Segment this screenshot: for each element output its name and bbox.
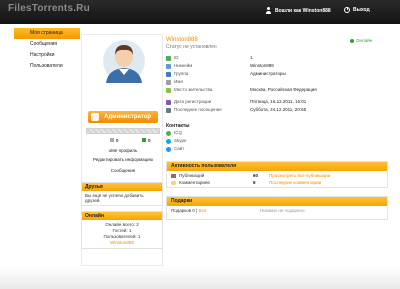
profile-status: Статус не установлен: [166, 44, 217, 50]
messages-link[interactable]: Сообщения: [82, 168, 164, 173]
logout-icon: [344, 6, 350, 13]
online-user-link[interactable]: Winston888: [85, 240, 159, 246]
rating-bar: [86, 128, 160, 134]
top-header: FilesTorrents.Ru Вошли как Winston888 Вы…: [0, 0, 400, 24]
recent-comments-link[interactable]: Последние комментарии: [269, 180, 321, 185]
group-icon: [166, 71, 171, 77]
info-label: Место жительства: [174, 87, 213, 92]
gifts-count-row: Подарков 0 | Все: [171, 208, 206, 213]
info-value: Администраторы: [250, 71, 286, 76]
info-label: Группа: [174, 71, 189, 76]
activity-panel: Активность пользователя Публикаций 60 Пр…: [166, 161, 388, 188]
gifts-empty-text: Никаких не подарено.: [260, 208, 306, 213]
id-icon: [166, 55, 171, 61]
logged-in-user-label: Вошли как Winston888: [275, 7, 331, 14]
activity-title: Активность пользователя: [167, 162, 387, 171]
name-icon: [166, 79, 171, 85]
logout-button[interactable]: Выход: [344, 6, 370, 13]
activity-count: 8: [253, 180, 256, 185]
friends-title: Друзья: [82, 183, 162, 191]
clock-icon: [166, 107, 171, 113]
info-label: Дата регистрации: [174, 99, 212, 104]
count-left: 0: [116, 138, 119, 143]
minus-vote-icon[interactable]: [110, 138, 114, 142]
info-value: Winston888: [250, 63, 274, 68]
profile-name: Winston888: [166, 37, 198, 43]
avatar[interactable]: [102, 39, 146, 83]
info-label: Последнее посещение: [174, 107, 222, 112]
plus-vote-icon[interactable]: [142, 138, 146, 142]
activity-label: Комментариев: [179, 180, 210, 185]
gifts-title: Подарки: [167, 197, 387, 206]
logout-label: Выход: [353, 7, 370, 13]
icq-icon: [166, 130, 171, 136]
info-label: ID: [174, 55, 179, 60]
friends-text: Вы ещё не успели добавить друзей.: [85, 193, 144, 203]
online-status-badge: Онлайн: [350, 38, 372, 43]
profile-counts: 0 0: [86, 137, 160, 144]
info-value: 1: [250, 55, 253, 60]
gifts-panel: Подарки Подарков 0 | Все Никаких не пода…: [166, 196, 388, 220]
activity-label: Публикаций: [179, 173, 205, 178]
location-icon: [166, 87, 171, 93]
site-icon: [166, 146, 171, 152]
sidebar-item-messages[interactable]: Сообщения: [14, 39, 80, 50]
contacts-title: Контакты: [166, 123, 190, 129]
info-value: Пятница, 16.12.2011, 15:01: [250, 99, 307, 104]
user-icon: [265, 7, 272, 14]
contact-label: Skype: [174, 138, 187, 143]
contact-label: ICQ: [174, 130, 183, 135]
online-title: Онлайн: [82, 212, 162, 220]
sidebar-item-my-page[interactable]: Моя страница: [14, 28, 80, 39]
online-status-label: Онлайн: [356, 38, 373, 43]
gifts-count: Подарков 0 |: [171, 208, 198, 213]
info-value: Суббота, 24.12.2011, 20:55: [250, 107, 307, 112]
logged-in-user[interactable]: Вошли как Winston888: [265, 7, 331, 14]
comments-icon: [171, 181, 176, 185]
online-box: Онлайн Онлайн всего: 2 Гостей: 1 Пользов…: [81, 211, 163, 249]
activity-row-publications: Публикаций 60 Просмотреть все публикации: [167, 173, 387, 180]
gifts-all-link[interactable]: Все: [199, 208, 207, 213]
calendar-icon: [166, 99, 171, 105]
friends-box: Друзья Вы ещё не успели добавить друзей.: [81, 182, 163, 206]
edit-info-link[interactable]: Редактировать информацию: [82, 157, 164, 162]
publications-icon: [171, 174, 176, 178]
skype-icon: [166, 138, 171, 144]
sidebar-item-users[interactable]: Пользователи: [14, 61, 80, 72]
count-right: 0: [148, 138, 151, 143]
nickname-icon: [166, 63, 171, 69]
all-publications-link[interactable]: Просмотреть все публикации: [269, 173, 330, 178]
info-label: Никнейм: [174, 63, 193, 68]
sidebar-nav: Моя страница Сообщения Настройки Пользов…: [14, 28, 80, 72]
info-value: Москва, Российская Федерация: [250, 87, 317, 92]
activity-row-comments: Комментариев 8 Последние комментарии: [167, 180, 387, 187]
activity-count: 60: [253, 173, 259, 178]
info-label: Имя: [174, 79, 183, 84]
ume-profile-link[interactable]: uMe профиль: [82, 148, 164, 153]
site-logo[interactable]: FilesTorrents.Ru: [8, 3, 90, 14]
role-admin-button[interactable]: Администратор: [88, 111, 158, 123]
sidebar-item-settings[interactable]: Настройки: [14, 50, 80, 61]
contact-label: Сайт: [174, 146, 185, 151]
online-dot-icon: [350, 38, 354, 43]
